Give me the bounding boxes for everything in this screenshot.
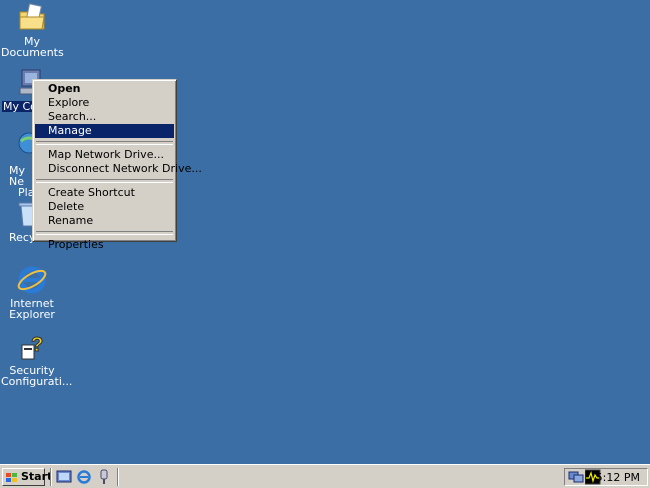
desktop-icon-my-documents[interactable]: My Documents <box>0 2 64 58</box>
internet-explorer-icon[interactable] <box>76 469 92 485</box>
desktop-icon-internet-explorer[interactable]: Internet Explorer <box>0 264 64 320</box>
menu-item-open[interactable]: Open <box>35 82 174 96</box>
menu-separator <box>36 141 173 145</box>
desktop-icon-label: Configurati... <box>1 375 73 388</box>
menu-item-rename[interactable]: Rename <box>35 214 174 228</box>
menu-item-disconnect-network-drive[interactable]: Disconnect Network Drive... <box>35 162 202 176</box>
taskbar-divider <box>50 468 52 486</box>
desktop-icon-label: Explorer <box>9 308 55 321</box>
menu-item-manage[interactable]: Manage <box>35 124 174 138</box>
menu-separator <box>36 179 173 183</box>
system-tray: 5:12 PM <box>564 468 648 486</box>
context-menu: Open Explore Search... Manage Map Networ… <box>32 79 202 251</box>
menu-separator <box>36 231 173 235</box>
taskbar-divider <box>117 468 119 486</box>
security-wizard-icon: ? <box>16 331 48 363</box>
menu-item-properties[interactable]: Properties <box>35 238 174 252</box>
menu-item-map-network-drive[interactable]: Map Network Drive... <box>35 148 174 162</box>
clock[interactable]: 5:12 PM <box>596 471 640 484</box>
show-desktop-icon[interactable] <box>56 469 72 485</box>
desktop-icon-label: My Documents <box>1 35 64 59</box>
menu-item-create-shortcut[interactable]: Create Shortcut <box>35 186 174 200</box>
svg-text:?: ? <box>31 334 43 356</box>
desktop-icon-security-configuration[interactable]: ? Security Configurati... <box>0 331 73 388</box>
start-label: Start <box>21 470 53 483</box>
menu-item-search[interactable]: Search... <box>35 110 174 124</box>
menu-item-delete[interactable]: Delete <box>35 200 174 214</box>
my-documents-icon <box>16 2 48 34</box>
taskbar: Start 5:12 PM <box>0 464 650 488</box>
windows-flag-icon <box>6 472 18 482</box>
network-status-icon[interactable] <box>568 469 584 485</box>
internet-explorer-icon <box>16 264 48 296</box>
start-button[interactable]: Start <box>2 468 52 486</box>
windows-media-icon[interactable] <box>96 469 112 485</box>
menu-item-explore[interactable]: Explore <box>35 96 174 110</box>
